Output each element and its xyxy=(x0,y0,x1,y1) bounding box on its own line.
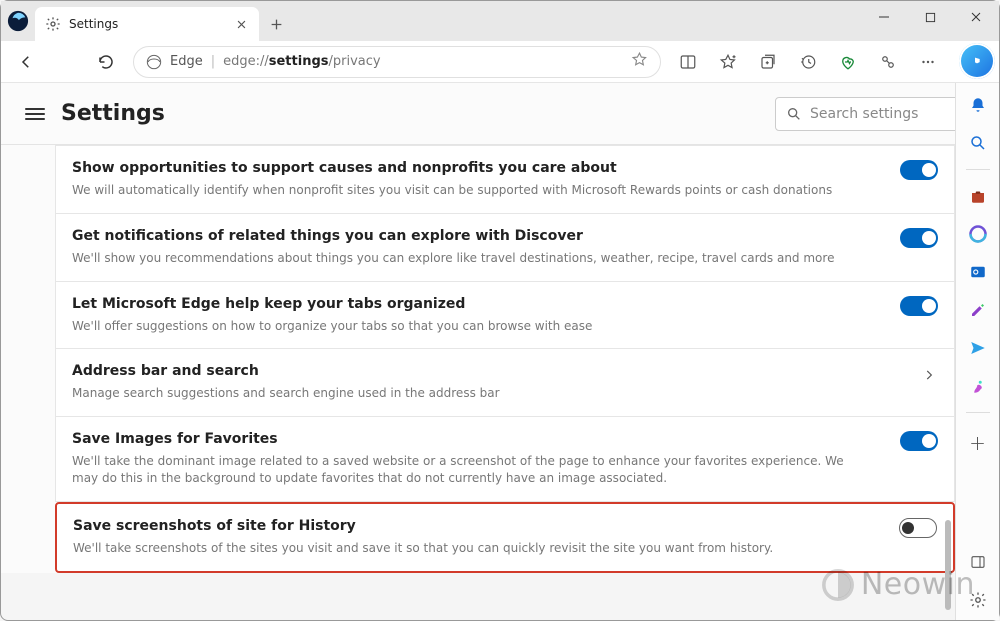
toggle-switch[interactable] xyxy=(900,160,938,180)
settings-list: Show opportunities to support causes and… xyxy=(1,145,955,573)
titlebar: Settings xyxy=(1,1,999,41)
edge-icon xyxy=(146,54,162,70)
sidebar-designer-icon[interactable] xyxy=(966,374,990,398)
sidebar-alerts-icon[interactable] xyxy=(966,93,990,117)
favorite-icon[interactable] xyxy=(631,51,648,72)
settings-row: Save screenshots of site for History We'l… xyxy=(55,502,955,573)
tab-title: Settings xyxy=(69,17,225,31)
settings-row: Get notifications of related things you … xyxy=(55,214,955,282)
settings-search-input[interactable]: Search settings xyxy=(775,97,975,131)
address-url: edge://settings/privacy xyxy=(223,54,380,69)
toggle-switch[interactable] xyxy=(900,431,938,451)
toolbar: Edge | edge://settings/privacy xyxy=(1,41,999,83)
extensions-icon[interactable] xyxy=(869,45,907,79)
refresh-button[interactable] xyxy=(87,45,125,79)
sidebar-shopping-icon[interactable] xyxy=(966,184,990,208)
split-screen-icon[interactable] xyxy=(669,45,707,79)
toggle-switch[interactable] xyxy=(900,228,938,248)
settings-row[interactable]: Address bar and search Manage search sugg… xyxy=(55,349,955,417)
toggle-switch[interactable] xyxy=(900,296,938,316)
more-icon[interactable] xyxy=(909,45,947,79)
address-site-label: Edge xyxy=(170,54,203,69)
close-window-button[interactable] xyxy=(953,1,999,33)
close-tab-button[interactable] xyxy=(233,16,249,32)
back-button[interactable] xyxy=(7,45,45,79)
settings-row-title: Let Microsoft Edge help keep your tabs o… xyxy=(72,296,938,312)
edge-sidebar: + xyxy=(955,83,999,620)
chevron-right-icon xyxy=(922,367,936,386)
history-icon[interactable] xyxy=(789,45,827,79)
favorites-icon[interactable] xyxy=(709,45,747,79)
window-controls xyxy=(861,1,999,33)
sidebar-panel-icon[interactable] xyxy=(966,550,990,574)
sidebar-send-icon[interactable] xyxy=(966,336,990,360)
settings-row-desc: We'll show you recommendations about thi… xyxy=(72,250,852,267)
scrollbar-thumb[interactable] xyxy=(945,520,951,610)
settings-row: Let Microsoft Edge help keep your tabs o… xyxy=(55,282,955,350)
neowin-logo-icon xyxy=(821,568,855,602)
settings-row-title: Address bar and search xyxy=(72,363,938,379)
toggle-switch[interactable] xyxy=(899,518,937,538)
settings-row-title: Get notifications of related things you … xyxy=(72,228,938,244)
search-placeholder: Search settings xyxy=(810,106,918,122)
bing-chat-button[interactable] xyxy=(959,43,995,79)
settings-row: Save Images for Favorites We'll take the … xyxy=(55,417,955,502)
sidebar-copilot-icon[interactable] xyxy=(966,222,990,246)
settings-row-desc: We'll offer suggestions on how to organi… xyxy=(72,318,852,335)
sidebar-settings-icon[interactable] xyxy=(966,588,990,612)
hamburger-menu-button[interactable] xyxy=(25,108,45,120)
app-icon xyxy=(1,1,35,41)
settings-row-desc: We'll take the dominant image related to… xyxy=(72,453,852,487)
settings-row-desc: We'll take screenshots of the sites you … xyxy=(73,540,853,557)
settings-row-desc: Manage search suggestions and search eng… xyxy=(72,385,852,402)
new-tab-button[interactable] xyxy=(259,7,293,41)
browser-tab[interactable]: Settings xyxy=(35,7,259,41)
maximize-button[interactable] xyxy=(907,1,953,33)
settings-row-title: Save screenshots of site for History xyxy=(73,518,937,534)
sidebar-search-icon[interactable] xyxy=(966,131,990,155)
sidebar-outlook-icon[interactable] xyxy=(966,260,990,284)
sidebar-edit-icon[interactable] xyxy=(966,298,990,322)
settings-row-title: Save Images for Favorites xyxy=(72,431,938,447)
settings-row-title: Show opportunities to support causes and… xyxy=(72,160,938,176)
sidebar-add-button[interactable]: + xyxy=(969,431,986,455)
settings-row-desc: We will automatically identify when nonp… xyxy=(72,182,852,199)
gear-icon xyxy=(45,16,61,32)
settings-row: Show opportunities to support causes and… xyxy=(55,145,955,214)
address-bar[interactable]: Edge | edge://settings/privacy xyxy=(133,46,661,78)
performance-icon[interactable] xyxy=(829,45,867,79)
minimize-button[interactable] xyxy=(861,1,907,33)
collections-icon[interactable] xyxy=(749,45,787,79)
search-icon xyxy=(786,106,802,122)
page-title: Settings xyxy=(61,101,165,126)
settings-header: Settings Search settings xyxy=(1,83,999,145)
